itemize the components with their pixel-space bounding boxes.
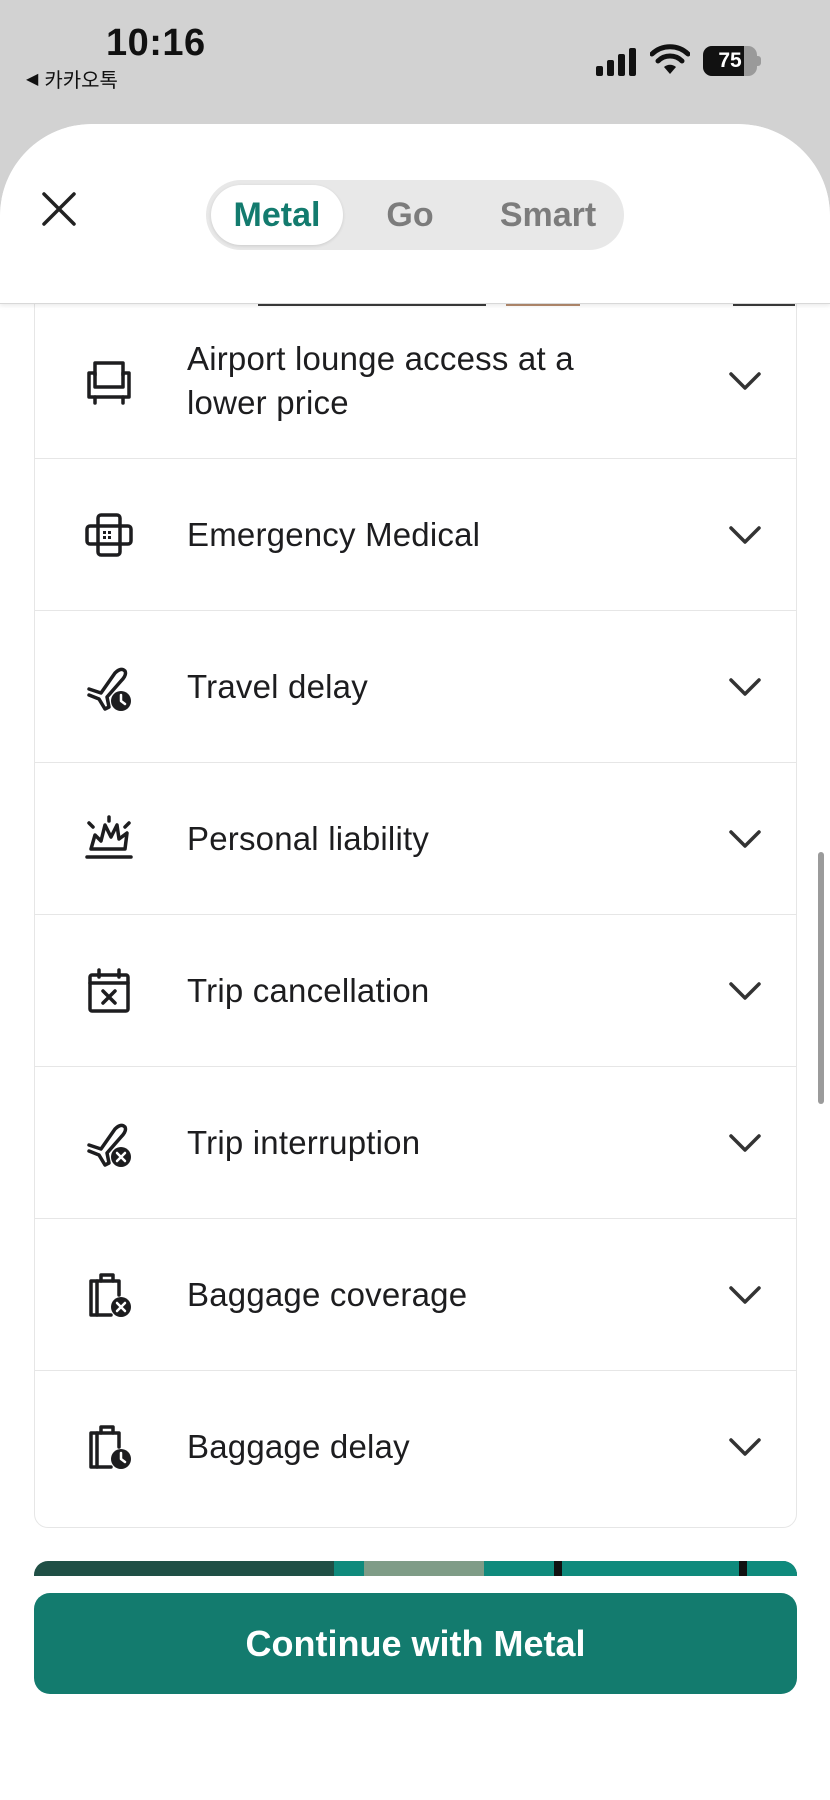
benefit-item-trip-interruption[interactable]: Trip interruption [35, 1067, 796, 1219]
cellular-signal-icon [596, 48, 636, 76]
close-button[interactable] [34, 184, 84, 234]
tab-metal[interactable]: Metal [211, 185, 343, 245]
benefit-label: Trip cancellation [187, 972, 430, 1009]
benefit-label: Baggage delay [187, 1428, 410, 1465]
plane-x-icon [87, 1123, 131, 1167]
tab-go[interactable]: Go [348, 185, 472, 245]
wifi-icon [650, 44, 690, 74]
luggage-x-icon [89, 1273, 131, 1317]
benefit-item-trip-cancellation[interactable]: Trip cancellation [35, 915, 796, 1067]
benefit-label: Baggage coverage [187, 1276, 468, 1313]
chevron-down-icon [729, 1438, 761, 1456]
chevron-down-icon [729, 1286, 761, 1304]
continue-button[interactable]: Continue with Metal [34, 1593, 797, 1694]
benefit-label: Personal liability [187, 820, 430, 857]
chevron-down-icon [729, 372, 761, 390]
close-icon [42, 192, 76, 226]
status-time: 10:16 [106, 22, 206, 64]
benefit-item-emergency-medical[interactable]: Emergency Medical [35, 459, 796, 611]
benefit-item-personal-liability[interactable]: Personal liability [35, 763, 796, 915]
benefit-item-baggage-coverage[interactable]: Baggage coverage [35, 1219, 796, 1371]
battery-indicator: 75 [703, 46, 761, 76]
back-triangle-icon: ◀ [26, 69, 39, 88]
benefit-label: Emergency Medical [187, 516, 481, 553]
plan-switcher: Metal Go Smart [206, 180, 624, 250]
liability-burst-icon [85, 815, 133, 859]
calendar-x-icon [88, 968, 130, 1013]
back-app-label: 카카오톡 [44, 68, 118, 92]
chevron-down-icon [729, 678, 761, 696]
chevron-down-icon [729, 1134, 761, 1152]
tab-smart[interactable]: Smart [478, 185, 618, 245]
back-to-app-link[interactable]: ◀ 카카오톡 [26, 64, 118, 93]
battery-percent: 75 [718, 49, 742, 72]
chevron-down-icon [729, 982, 761, 1000]
benefit-item-lounge[interactable]: Airport lounge access at a lower price [35, 303, 796, 459]
benefit-item-baggage-delay[interactable]: Baggage delay [35, 1371, 796, 1527]
status-bar: 10:16 ◀ 카카오톡 75 [0, 0, 830, 125]
luggage-clock-icon [89, 1425, 131, 1469]
scroll-indicator[interactable] [818, 852, 824, 1104]
chevron-down-icon [729, 830, 761, 848]
benefit-label: Trip interruption [187, 1124, 421, 1161]
plane-clock-icon [87, 667, 131, 711]
chevron-down-icon [729, 526, 761, 544]
benefit-item-travel-delay[interactable]: Travel delay [35, 611, 796, 763]
benefit-label: Travel delay [187, 668, 368, 705]
benefit-list: Airport lounge access at a lower price E… [34, 302, 797, 1528]
sheet-header: Metal Go Smart [0, 124, 830, 304]
medical-kit-icon [85, 513, 133, 557]
plan-sheet: Metal Go Smart Airport lounge access at … [0, 124, 830, 1800]
armchair-icon [87, 361, 131, 405]
benefit-label: Airport lounge access at a lower price [187, 340, 574, 421]
